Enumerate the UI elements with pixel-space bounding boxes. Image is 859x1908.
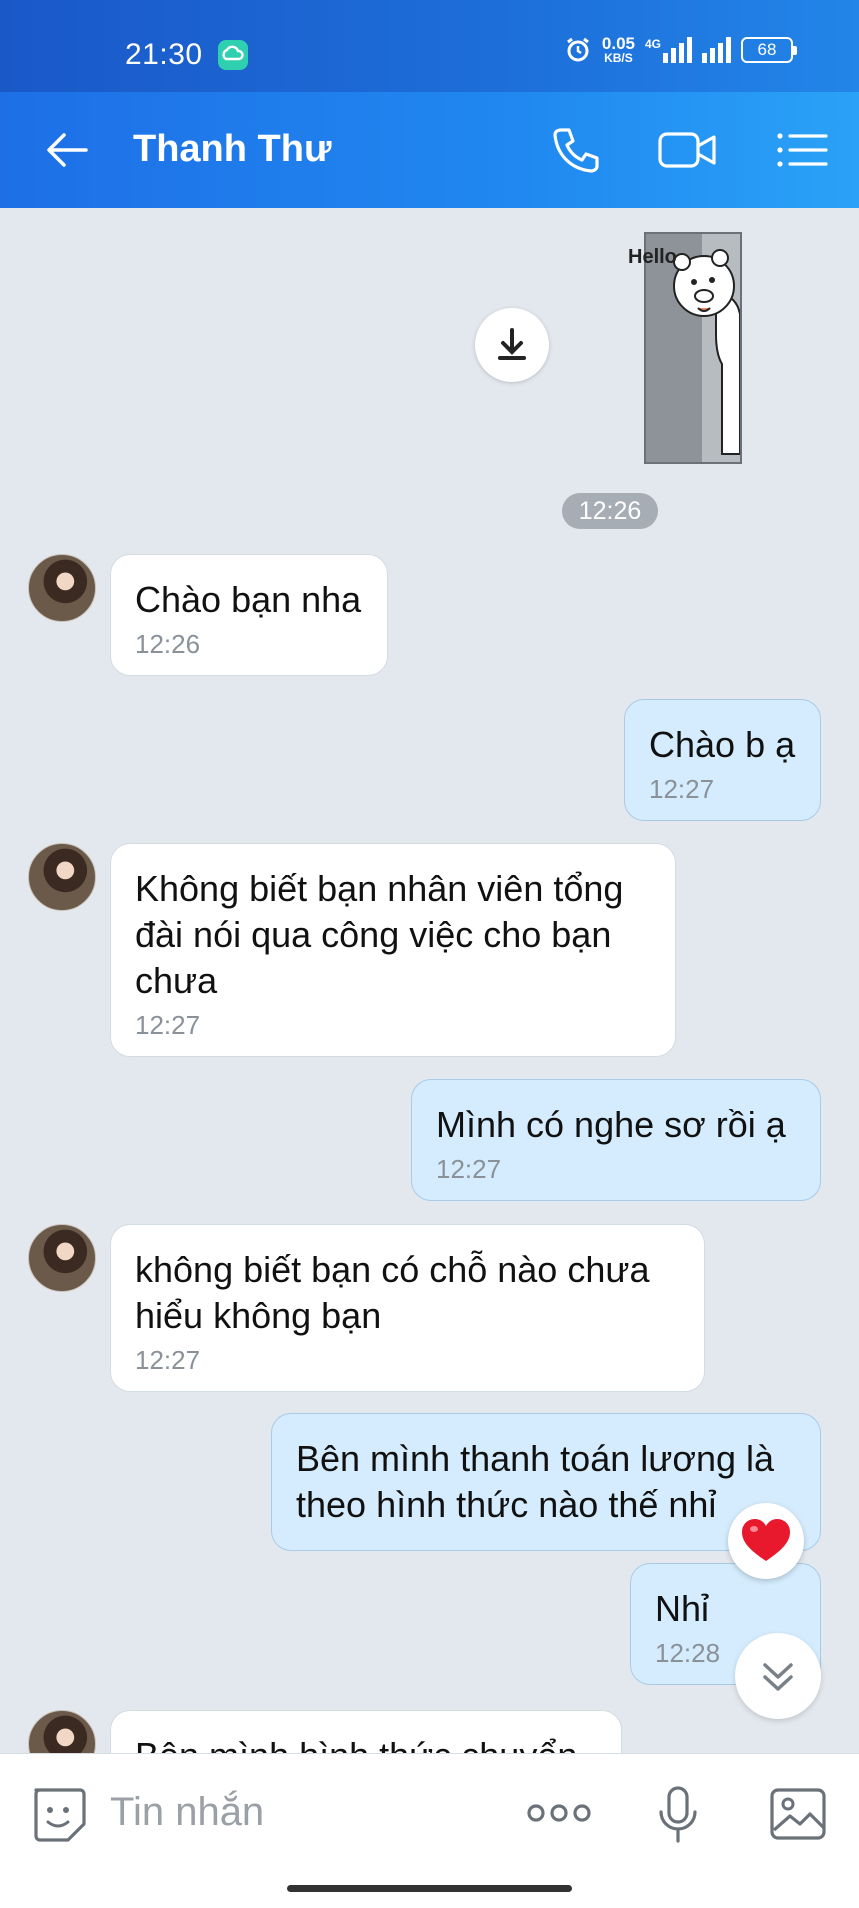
heart-reaction-button[interactable] (728, 1503, 804, 1579)
message-list[interactable]: Hello 12:26 Chào bạn nha 12:26 Chào b ạ … (0, 208, 859, 1753)
image-button[interactable] (768, 1786, 828, 1842)
phone-icon (553, 128, 599, 173)
more-button[interactable] (526, 1798, 592, 1828)
sticker-time: 12:26 (562, 493, 658, 529)
double-chevron-down-icon (763, 1663, 793, 1691)
avatar[interactable] (28, 1710, 96, 1753)
message-text: Chào b ạ (649, 724, 796, 765)
scroll-to-bottom-button[interactable] (735, 1633, 821, 1719)
download-icon (498, 328, 526, 360)
message-text: Nhỉ (655, 1588, 710, 1629)
signal-icon (702, 37, 731, 63)
net-speed-value: 0.05 (601, 34, 635, 53)
message-bubble-outgoing[interactable]: Chào b ạ 12:27 (624, 699, 821, 821)
avatar[interactable] (28, 554, 96, 622)
alarm-icon (564, 36, 592, 64)
menu-button[interactable] (772, 120, 832, 180)
message-time: 12:27 (135, 1010, 201, 1040)
contact-name[interactable]: Thanh Thư (133, 128, 331, 171)
chat-header: Thanh Thư (0, 92, 859, 208)
image-icon (770, 1788, 826, 1840)
message-text: không biết bạn có chỗ nào chưa hiểu khôn… (135, 1249, 650, 1336)
cloud-app-icon (218, 40, 248, 70)
message-time: 12:27 (436, 1154, 502, 1184)
arrow-left-icon (47, 133, 88, 167)
message-text: Không biết bạn nhân viên tổng đài nói qu… (135, 868, 624, 1001)
list-menu-icon (777, 133, 828, 167)
video-call-button[interactable] (655, 120, 716, 180)
message-text: Bên mình hình thức chuyển (135, 1735, 577, 1753)
battery-level: 68 (757, 40, 777, 59)
status-bar: 21:30 0.05 KB/S 4G 68 (0, 0, 859, 92)
call-button[interactable] (545, 120, 605, 180)
signal-4g-icon: 4G (645, 37, 692, 63)
home-indicator[interactable] (287, 1885, 572, 1892)
video-camera-icon (658, 132, 716, 168)
message-bubble-incoming[interactable]: Bên mình hình thức chuyển (110, 1710, 622, 1753)
message-time: 12:27 (135, 1345, 201, 1375)
message-bubble-incoming[interactable]: Không biết bạn nhân viên tổng đài nói qu… (110, 843, 676, 1057)
sticker-text: Hello (628, 246, 677, 268)
heart-icon (742, 1519, 790, 1561)
message-time: 12:27 (649, 774, 715, 804)
message-time: 12:26 (135, 629, 201, 659)
avatar[interactable] (28, 1224, 96, 1292)
download-button[interactable] (475, 308, 549, 382)
message-text: Chào bạn nha (135, 579, 362, 620)
net-speed: 0.05 KB/S (601, 34, 635, 65)
emoji-sticker-icon (34, 1788, 86, 1842)
status-time: 21:30 (125, 38, 203, 71)
microphone-button[interactable] (656, 1784, 700, 1846)
message-text: Bên mình thanh toán lương là theo hình t… (296, 1438, 775, 1525)
net-speed-unit: KB/S (604, 51, 633, 65)
message-bubble-incoming[interactable]: Chào bạn nha 12:26 (110, 554, 388, 676)
emoji-button[interactable] (28, 1784, 88, 1846)
network-type: 4G (644, 37, 661, 51)
message-bubble-outgoing[interactable]: Mình có nghe sơ rồi ạ 12:27 (411, 1079, 821, 1201)
message-input[interactable]: Tin nhắn (110, 1790, 264, 1835)
message-bubble-incoming[interactable]: không biết bạn có chỗ nào chưa hiểu khôn… (110, 1224, 705, 1392)
status-indicators: 0.05 KB/S 4G 68 (564, 34, 797, 65)
battery-icon: 68 (741, 37, 797, 63)
back-button[interactable] (40, 122, 96, 178)
more-dots-icon (527, 1804, 591, 1822)
microphone-icon (659, 1786, 697, 1843)
message-text: Mình có nghe sơ rồi ạ (436, 1104, 786, 1145)
avatar[interactable] (28, 843, 96, 911)
